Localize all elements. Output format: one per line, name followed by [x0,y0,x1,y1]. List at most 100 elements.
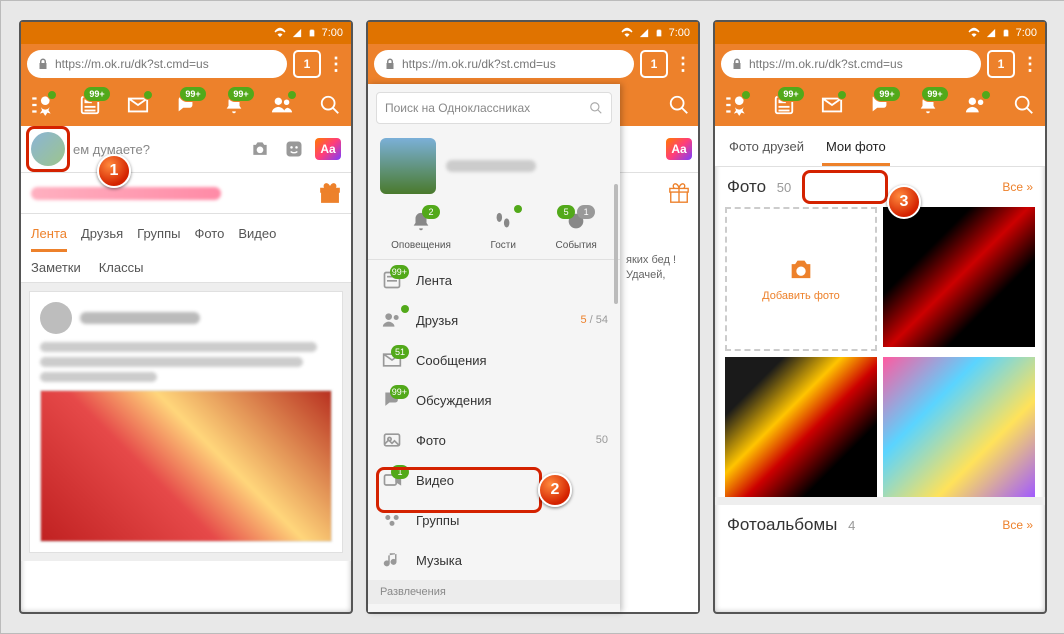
drawer-profile-avatar [380,138,436,194]
nav-disc-badge: 99+ [873,86,901,102]
content-behind-drawer: Aa яких бед ! Удачей, [620,84,698,612]
feed [21,283,351,561]
nav-messages-dot [837,90,847,100]
menu-dot-indicator [741,90,751,100]
tab-klassy[interactable]: Классы [99,260,144,275]
drawer-item-discussions[interactable]: 99+ Обсуждения [368,380,620,420]
nav-notifications[interactable]: 99+ [913,90,943,120]
feed-author [40,302,332,334]
tab-count-button[interactable]: 1 [987,50,1015,78]
nav-discussions[interactable]: 99+ [865,90,895,120]
nav-search[interactable] [1009,90,1039,120]
groups-icon [382,510,402,530]
nav-messages[interactable] [123,90,153,120]
drawer-item-lenta[interactable]: 99+ Лента [368,260,620,300]
step-1-highlight [26,126,70,172]
peek-text: яких бед ! Удачей, [620,213,698,324]
feed-tabs-row2: Заметки Классы [21,252,351,283]
tab-count-button[interactable]: 1 [293,50,321,78]
phone-1: 7:00 https://m.ok.ru/dk?st.cmd=us 1 ⋮ 99… [19,20,353,614]
nav-feed[interactable]: 99+ [769,90,799,120]
tab-count-button[interactable]: 1 [640,50,668,78]
nav-friends[interactable] [267,90,297,120]
step-2-highlight [376,467,542,513]
lock-icon [37,58,49,70]
status-time: 7:00 [1016,27,1037,39]
drawer-profile[interactable] [368,132,620,200]
photo-tile[interactable] [725,357,877,497]
search-icon [319,94,341,116]
see-all-albums[interactable]: Все » [1002,518,1033,532]
drawer-item-druzya[interactable]: Друзья 5 / 54 [368,300,620,340]
composer-text-style-icon[interactable]: Aa [315,138,341,160]
gift-icon [668,182,690,204]
nav-discussions[interactable]: 99+ [171,90,201,120]
photo-tile[interactable] [883,357,1035,497]
status-bar: 7:00 [715,22,1045,44]
drawer-profile-name-blur [446,160,536,172]
url-field[interactable]: https://m.ok.ru/dk?st.cmd=us [27,50,287,78]
promo-row[interactable] [21,173,351,214]
browser-menu-icon[interactable]: ⋮ [327,54,345,75]
drawer-events[interactable]: 51 События [556,208,597,251]
drawer-item-messages[interactable]: 51 Сообщения [368,340,620,380]
drawer-search-placeholder: Поиск на Одноклассниках [385,101,530,115]
composer-placeholder: ем думаете? [73,142,239,157]
browser-menu-icon[interactable]: ⋮ [674,54,692,75]
feed-card[interactable] [29,291,343,553]
nav-notif-badge: 99+ [921,86,949,102]
tab-foto[interactable]: Фото [194,226,224,241]
tab-zametki[interactable]: Заметки [31,260,81,275]
step-badge-3: 3 [887,185,921,219]
tab-druzya[interactable]: Друзья [81,226,123,241]
status-time: 7:00 [322,27,343,39]
browser-url-bar: https://m.ok.ru/dk?st.cmd=us 1 ⋮ [368,44,698,84]
music-icon [383,550,401,570]
composer-camera-icon[interactable] [247,136,273,162]
browser-menu-icon[interactable]: ⋮ [1021,54,1039,75]
step-badge-1: 1 [97,154,131,188]
step-3-highlight [802,170,888,204]
feed-author-avatar [40,302,72,334]
url-field[interactable]: https://m.ok.ru/dk?st.cmd=us [721,50,981,78]
drawer-guests[interactable]: Гости [489,208,517,251]
nav-disc-badge: 99+ [179,86,207,102]
nav-feed[interactable]: 99+ [75,90,105,120]
browser-url-bar: https://m.ok.ru/dk?st.cmd=us 1 ⋮ [715,44,1045,84]
url-text: https://m.ok.ru/dk?st.cmd=us [402,57,556,71]
hamburger-menu-button[interactable] [721,90,751,120]
composer-text-style-icon[interactable]: Aa [666,138,692,160]
gift-icon [319,182,341,204]
nav-messages[interactable] [817,90,847,120]
nav-friends[interactable] [961,90,991,120]
tab-photo-friends[interactable]: Фото друзей [725,139,808,154]
drawer-item-music[interactable]: Музыка [368,540,620,580]
tab-gruppy[interactable]: Группы [137,226,180,241]
lock-icon [731,58,743,70]
drawer-notifications[interactable]: 2 Оповещения [391,208,451,251]
photo-grid: Добавить фото [715,207,1045,497]
drawer-search-input[interactable]: Поиск на Одноклассниках [376,92,612,124]
composer-emoji-icon[interactable] [281,136,307,162]
tab-video[interactable]: Видео [238,226,276,241]
see-all-photos[interactable]: Все » [1002,180,1033,194]
url-field[interactable]: https://m.ok.ru/dk?st.cmd=us [374,50,634,78]
nav-friends-dot [981,90,991,100]
battery-icon [655,27,663,39]
add-photo-tile[interactable]: Добавить фото [725,207,877,351]
ok-nav-bar: 99+ 99+ 99+ [715,84,1045,126]
nav-search[interactable] [315,90,345,120]
drawer-top-row: 2 Оповещения Гости 51 События [368,200,620,260]
drawer-section-entertainment: Развлечения [368,580,620,604]
composer[interactable]: ем думаете? Aa [21,126,351,173]
hamburger-menu-button[interactable] [27,90,57,120]
drawer-item-foto[interactable]: Фото 50 [368,420,620,460]
search-icon [589,101,603,115]
nav-notifications[interactable]: 99+ [219,90,249,120]
tab-lenta[interactable]: Лента [31,226,67,241]
tab-my-photos[interactable]: Мои фото [822,139,890,154]
signal-icon [639,27,649,39]
search-icon[interactable] [668,94,690,116]
photo-tile[interactable] [883,207,1035,347]
phone-2: 7:00 https://m.ok.ru/dk?st.cmd=us 1 ⋮ Aa… [366,20,700,614]
